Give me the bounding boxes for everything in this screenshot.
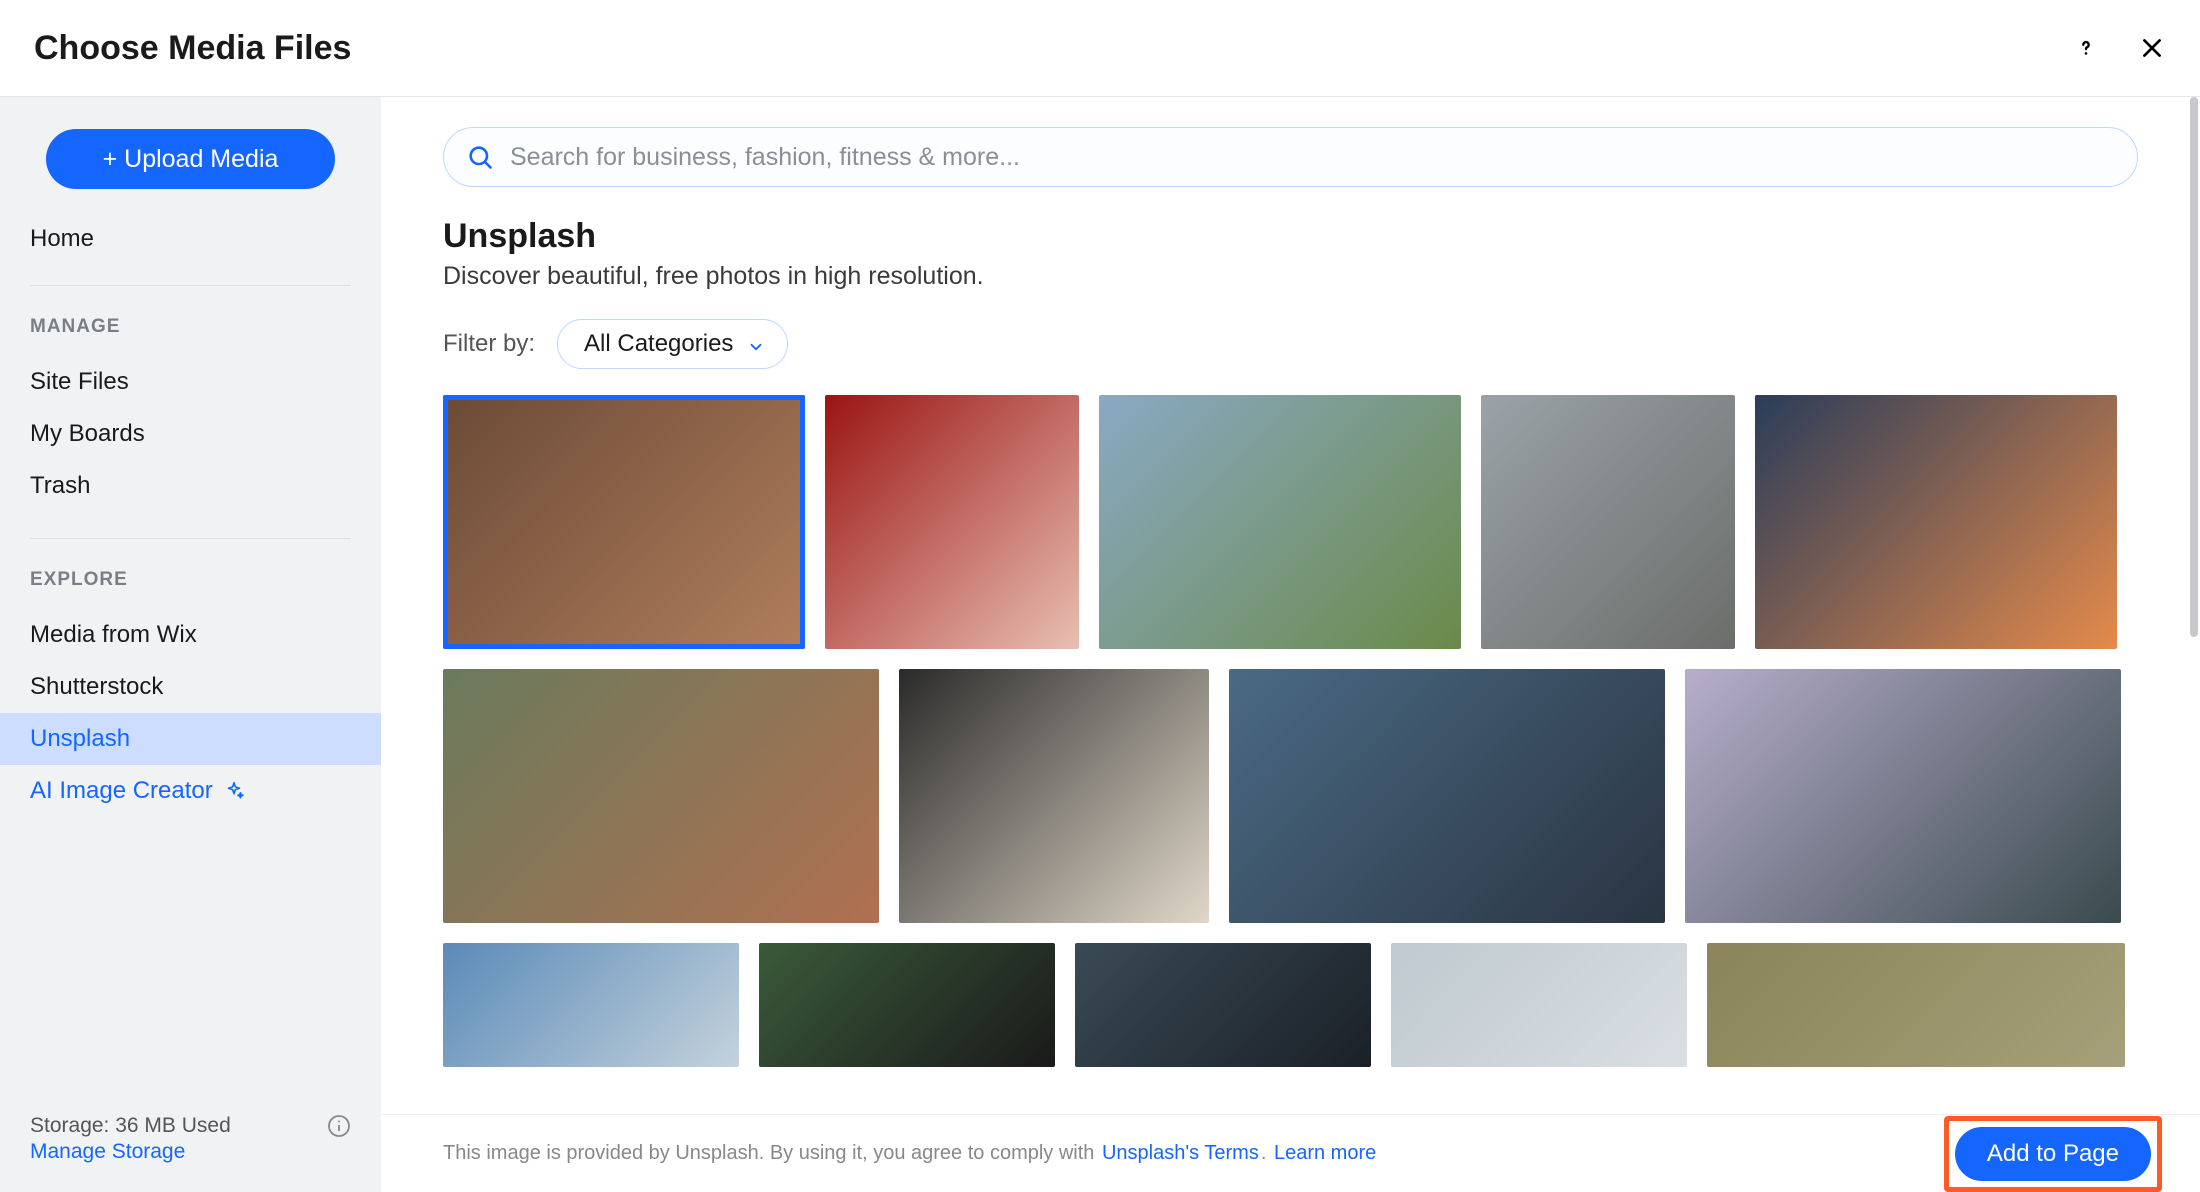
- search-input[interactable]: [510, 143, 2115, 172]
- sidebar-home[interactable]: Home: [0, 225, 381, 253]
- header-actions: [2072, 34, 2166, 62]
- storage-row: Storage: 36 MB Used: [0, 1114, 381, 1138]
- terms-link[interactable]: Unsplash's Terms: [1102, 1142, 1259, 1164]
- chevron-down-icon: [747, 335, 765, 353]
- footer-bar: This image is provided by Unsplash. By u…: [381, 1114, 2200, 1192]
- sidebar-item-ai-image-creator[interactable]: AI Image Creator: [0, 765, 381, 817]
- learn-more-link[interactable]: Learn more: [1274, 1142, 1376, 1164]
- sidebar-item-shutterstock[interactable]: Shutterstock: [0, 661, 381, 713]
- sidebar-item-media-from-wix[interactable]: Media from Wix: [0, 609, 381, 661]
- image-gallery: [443, 395, 2138, 1067]
- gallery-thumbnail[interactable]: [443, 395, 805, 649]
- gallery-row: [443, 943, 2138, 1067]
- footer-sep: .: [1261, 1142, 1272, 1164]
- close-icon[interactable]: [2138, 34, 2166, 62]
- sidebar-item-my-boards[interactable]: My Boards: [0, 408, 381, 460]
- main-panel: Unsplash Discover beautiful, free photos…: [381, 97, 2200, 1192]
- gallery-row: [443, 669, 2138, 923]
- gallery-thumbnail[interactable]: [1391, 943, 1687, 1067]
- sidebar-manage-group: MANAGE Site Files My Boards Trash: [0, 316, 381, 512]
- filter-value: All Categories: [584, 330, 733, 358]
- dialog-title: Choose Media Files: [34, 29, 351, 68]
- info-icon[interactable]: [327, 1114, 351, 1138]
- search-icon: [466, 143, 494, 171]
- filter-label: Filter by:: [443, 330, 535, 358]
- page-subtitle: Discover beautiful, free photos in high …: [443, 262, 2138, 291]
- gallery-thumbnail[interactable]: [1075, 943, 1371, 1067]
- gallery-thumbnail[interactable]: [759, 943, 1055, 1067]
- sidebar-explore-header: EXPLORE: [0, 569, 381, 591]
- manage-storage-link[interactable]: Manage Storage: [0, 1138, 381, 1192]
- gallery-thumbnail[interactable]: [1229, 669, 1665, 923]
- footer-text: This image is provided by Unsplash. By u…: [443, 1142, 1378, 1165]
- divider: [30, 285, 351, 286]
- dialog-header: Choose Media Files: [0, 0, 2200, 97]
- page-title: Unsplash: [443, 217, 2138, 256]
- add-to-page-button[interactable]: Add to Page: [1955, 1127, 2151, 1181]
- search-bar[interactable]: [443, 127, 2138, 187]
- gallery-thumbnail[interactable]: [443, 669, 879, 923]
- footer-prefix: This image is provided by Unsplash. By u…: [443, 1142, 1100, 1164]
- add-to-page-highlight: Add to Page: [1944, 1116, 2162, 1192]
- dialog-body: + Upload Media Home MANAGE Site Files My…: [0, 97, 2200, 1192]
- sidebar-item-trash[interactable]: Trash: [0, 460, 381, 512]
- sidebar-explore-group: EXPLORE Media from Wix Shutterstock Unsp…: [0, 569, 381, 817]
- gallery-thumbnail[interactable]: [1755, 395, 2117, 649]
- scrollbar-thumb[interactable]: [2190, 97, 2198, 637]
- sidebar-item-site-files[interactable]: Site Files: [0, 356, 381, 408]
- gallery-row: [443, 395, 2138, 649]
- gallery-thumbnail[interactable]: [1099, 395, 1461, 649]
- gallery-thumbnail[interactable]: [1707, 943, 2125, 1067]
- gallery-thumbnail[interactable]: [443, 943, 739, 1067]
- gallery-thumbnail[interactable]: [1685, 669, 2121, 923]
- filter-row: Filter by: All Categories: [443, 319, 2138, 369]
- sidebar: + Upload Media Home MANAGE Site Files My…: [0, 97, 381, 1192]
- help-icon[interactable]: [2072, 34, 2100, 62]
- gallery-thumbnail[interactable]: [825, 395, 1079, 649]
- sidebar-manage-header: MANAGE: [0, 316, 381, 338]
- gallery-thumbnail[interactable]: [899, 669, 1209, 923]
- upload-media-button[interactable]: + Upload Media: [46, 129, 335, 189]
- divider: [30, 538, 351, 539]
- sidebar-item-label: AI Image Creator: [30, 777, 213, 805]
- gallery-thumbnail[interactable]: [1481, 395, 1735, 649]
- filter-dropdown[interactable]: All Categories: [557, 319, 788, 369]
- main-content: Unsplash Discover beautiful, free photos…: [381, 97, 2200, 1192]
- sidebar-item-unsplash[interactable]: Unsplash: [0, 713, 381, 765]
- sparkle-icon: [223, 780, 245, 802]
- scrollbar[interactable]: [2188, 97, 2200, 1114]
- storage-label: Storage: 36 MB Used: [30, 1114, 231, 1138]
